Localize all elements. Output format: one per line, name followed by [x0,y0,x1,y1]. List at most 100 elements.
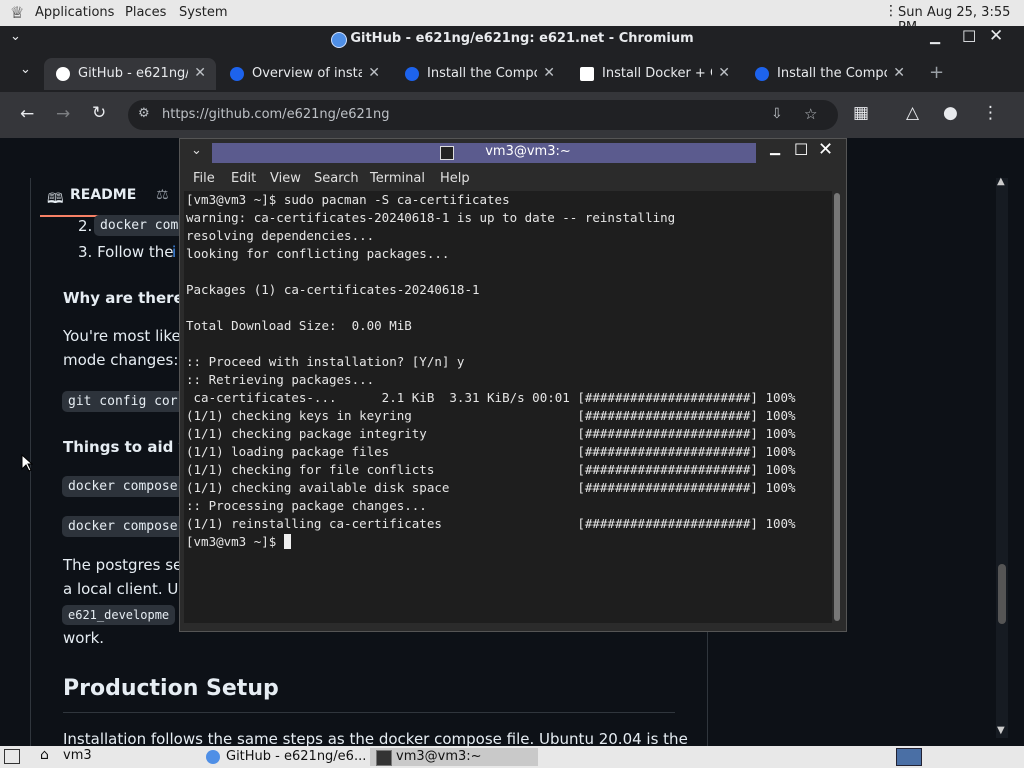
para-likely-2: mode changes: [63,351,179,369]
code-compose-2: docker compose [62,516,184,537]
task-chromium[interactable]: GitHub - e621ng/e6... [200,748,370,766]
tab-install-compose[interactable]: Install the Compo ✕ [393,58,565,90]
terminal-titlebar[interactable]: ⌄ vm3@vm3:~ ▁ ☐ ✕ [180,139,846,167]
minimize-icon[interactable]: ▁ [930,30,940,45]
install-app-icon[interactable]: ⇩ [771,106,783,122]
places-menu[interactable]: Places [125,5,166,20]
tab-label: Install the Compo [777,66,887,81]
menu-terminal[interactable]: Terminal [370,171,425,186]
terminal-window[interactable]: ⌄ vm3@vm3:~ ▁ ☐ ✕ File Edit View Search … [179,138,847,632]
page-scrollbar[interactable] [996,178,1008,738]
list-item-link[interactable]: i [172,243,176,261]
docker-docs-icon [755,67,769,81]
scrollbar-thumb[interactable] [998,564,1006,624]
terminal-line: (1/1) reinstalling ca-certificates [####… [186,516,796,531]
para-likely-1: You're most likel [63,327,185,345]
code-compose-1: docker compose [62,476,184,497]
tab-install-compose-2[interactable]: Install the Compo ✕ [743,58,915,90]
list-item-follow: 3. Follow the [78,243,174,261]
terminal-icon [376,750,392,766]
tab-overview[interactable]: Overview of instal ✕ [218,58,390,90]
para-postgres-2: a local client. Us [63,580,187,598]
license-scale-icon[interactable]: ⚖ [156,187,169,203]
scroll-up-icon[interactable]: ▲ [997,176,1005,187]
menu-file[interactable]: File [193,171,215,186]
forward-arrow-icon[interactable]: → [56,104,70,124]
code-docker-compose: docker com [94,215,185,236]
menu-search[interactable]: Search [314,171,359,186]
list-number-2: 2. [78,217,93,235]
docker-docs-icon [405,67,419,81]
taskbar: ⌂ vm3 GitHub - e621ng/e6... vm3@vm3:~ [0,746,1024,768]
mouse-pointer-icon [21,454,33,472]
menu-view[interactable]: View [270,171,301,186]
para-postgres-1: The postgres se [63,556,183,574]
menu-help[interactable]: Help [440,171,470,186]
reload-icon[interactable]: ↻ [92,103,106,123]
browser-window-title: GitHub - e621ng/e621ng: e621.net - Chrom… [350,31,694,46]
docker-docs-icon [230,67,244,81]
terminal-line: (1/1) loading package files [###########… [186,444,796,459]
terminal-line: warning: ca-certificates-20240618-1 is u… [186,210,676,225]
browser-titlebar[interactable]: ⌄ GitHub - e621ng/e621ng: e621.net - Chr… [0,26,1024,52]
scroll-down-icon[interactable]: ▼ [997,725,1005,736]
code-git-config: git config cor [62,391,184,412]
terminal-cursor [283,534,291,549]
workspace-label[interactable]: vm3 [63,748,92,763]
tab-close-icon[interactable]: ✕ [718,65,730,81]
tab-close-icon[interactable]: ✕ [543,65,555,81]
task-label: vm3@vm3:~ [396,749,482,764]
panel-menu-icon[interactable]: ⋮ [884,3,898,19]
workspace-switcher[interactable] [896,748,922,766]
tab-close-icon[interactable]: ✕ [368,65,380,81]
terminal-line: :: Processing package changes... [186,498,427,513]
tab-label: Overview of instal [252,66,362,81]
terminal-text: [vm3@vm3 ~]$ sudo pacman -S ca-certifica… [186,191,796,551]
show-desktop-icon[interactable] [4,749,20,764]
system-menu[interactable]: System [179,5,227,20]
terminal-line: Total Download Size: 0.00 MiB [186,318,412,333]
profile-icon[interactable]: ● [943,103,958,123]
top-panel: ♕ Applications Places System ⋮ Sun Aug 2… [0,0,1024,35]
heading-aid: Things to aid y [63,438,189,456]
terminal-line: (1/1) checking keys in keyring [########… [186,408,796,423]
chrome-menu-icon[interactable]: ⋮ [982,103,999,123]
minimize-icon[interactable]: ▁ [770,141,780,156]
heading-production: Production Setup [63,676,279,701]
terminal-line: :: Proceed with installation? [Y/n] y [186,354,465,369]
new-tab-plus-icon[interactable]: + [929,62,944,83]
task-terminal[interactable]: vm3@vm3:~ [370,748,538,766]
para-work: work. [63,629,105,647]
home-icon[interactable]: ⌂ [40,747,49,763]
tab-label: Install Docker + C [602,66,712,81]
menu-edit[interactable]: Edit [231,171,256,186]
maximize-icon[interactable]: ☐ [962,27,976,46]
github-icon [56,67,70,81]
readme-tab[interactable]: README [70,187,136,203]
back-arrow-icon[interactable]: ← [20,104,34,124]
terminal-prompt: [vm3@vm3 ~]$ [186,534,284,549]
bookmark-star-icon[interactable]: ☆ [804,105,817,123]
labs-flask-icon[interactable]: △ [906,103,919,123]
address-bar[interactable]: ⚙ https://github.com/e621ng/e621ng ⇩ ☆ [128,100,838,130]
scrollbar-thumb[interactable] [834,193,840,621]
site-info-icon[interactable]: ⚙ [138,106,150,121]
close-icon[interactable]: ✕ [818,139,833,160]
maximize-icon[interactable]: ☐ [794,140,808,159]
terminal-line: Packages (1) ca-certificates-20240618-1 [186,282,480,297]
tab-search-chevron-icon[interactable]: ⌄ [20,62,31,77]
gnome-foot-icon[interactable]: ♕ [10,3,24,22]
terminal-title: vm3@vm3:~ [485,144,571,159]
tab-strip: ⌄ GitHub - e621ng/e ✕ Overview of instal… [0,52,1024,92]
book-icon: 🕮 [47,191,64,207]
extensions-puzzle-icon[interactable]: ▦ [853,103,869,123]
terminal-scrollbar[interactable] [832,191,842,623]
terminal-output[interactable]: [vm3@vm3 ~]$ sudo pacman -S ca-certifica… [184,191,832,623]
applications-menu[interactable]: Applications [35,5,114,20]
terminal-line: [vm3@vm3 ~]$ sudo pacman -S ca-certifica… [186,192,510,207]
tab-close-icon[interactable]: ✕ [893,65,905,81]
tab-install-docker[interactable]: Install Docker + C ✕ [568,58,740,90]
close-icon[interactable]: ✕ [989,26,1003,46]
tab-close-icon[interactable]: ✕ [194,65,206,81]
tab-github[interactable]: GitHub - e621ng/e ✕ [44,58,216,90]
